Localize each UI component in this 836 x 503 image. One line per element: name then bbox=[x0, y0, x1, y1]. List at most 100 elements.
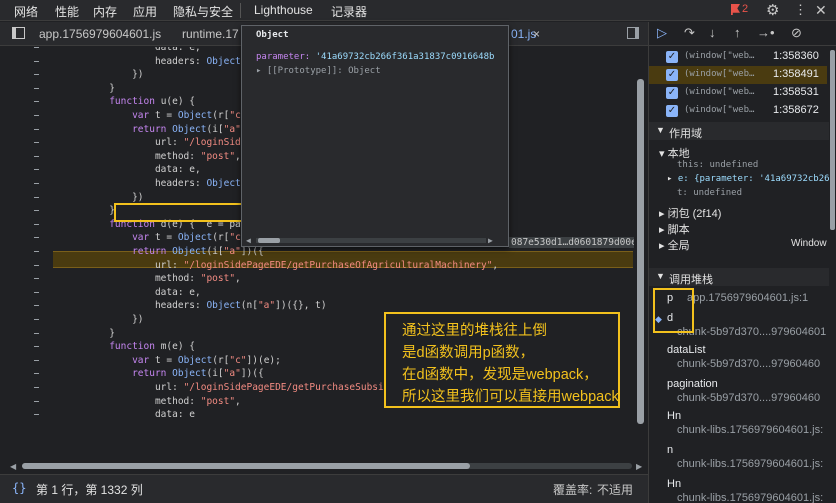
gear-icon[interactable]: ⚙ bbox=[766, 1, 779, 19]
gutter-marker[interactable] bbox=[34, 128, 39, 130]
checkbox-icon[interactable]: ✓ bbox=[666, 87, 678, 99]
kebab-icon[interactable]: ⋮ bbox=[794, 2, 807, 18]
gutter-marker[interactable] bbox=[34, 251, 39, 252]
popup-scroll-right-icon[interactable]: ▶ bbox=[488, 236, 493, 245]
popup-scrollbar[interactable] bbox=[256, 238, 486, 243]
gutter-marker[interactable] bbox=[34, 291, 39, 293]
resume-icon[interactable]: ▷ bbox=[657, 25, 667, 41]
breakpoint-item[interactable]: ✓ (window["web… 1:358672 bbox=[649, 102, 827, 120]
scope-local[interactable]: ▾ 本地 bbox=[659, 145, 690, 161]
tab-performance[interactable]: 性能 bbox=[55, 3, 79, 20]
tab-lighthouse[interactable]: Lighthouse bbox=[254, 3, 313, 17]
scroll-right-icon[interactable]: ▶ bbox=[636, 462, 642, 471]
popup-scroll-thumb[interactable] bbox=[258, 238, 280, 243]
popup-param-row[interactable]: parameter: '41a69732cb266f361a31837c0916… bbox=[256, 52, 494, 62]
gutter-marker[interactable] bbox=[34, 196, 39, 198]
tab-application[interactable]: 应用 bbox=[133, 3, 157, 20]
call-frame[interactable]: Hn chunk-libs.1756979604601.js: bbox=[649, 476, 829, 503]
gutter-marker[interactable] bbox=[34, 332, 39, 334]
breakpoint-item[interactable]: ✓ (window["web… 1:358531 bbox=[649, 84, 827, 102]
checkbox-icon[interactable]: ✓ bbox=[666, 51, 678, 63]
editor-horizontal-scrollbar[interactable]: ◀ ▶ bbox=[8, 462, 648, 471]
scroll-thumb[interactable] bbox=[637, 79, 644, 424]
flag-icon[interactable] bbox=[731, 4, 740, 15]
annotation-box-call-frames bbox=[653, 288, 694, 333]
gutter-marker[interactable] bbox=[34, 346, 39, 348]
gutter-marker[interactable] bbox=[34, 223, 39, 225]
checkbox-icon[interactable]: ✓ bbox=[666, 105, 678, 117]
gutter-marker[interactable] bbox=[34, 373, 39, 375]
gutter-marker[interactable] bbox=[34, 237, 39, 239]
scope-closure-label: 闭包 (2f14) bbox=[667, 208, 722, 220]
step-over-icon[interactable]: ↷ bbox=[684, 25, 695, 41]
frame-name: Hn bbox=[667, 410, 682, 422]
gutter-marker[interactable] bbox=[34, 414, 39, 416]
gutter-marker[interactable] bbox=[34, 183, 39, 184]
pretty-print-icon[interactable]: {} bbox=[12, 481, 26, 495]
callstack-title: 调用堆栈 bbox=[669, 274, 713, 286]
sidebar-toggle-icon[interactable] bbox=[12, 27, 25, 39]
file-tab-app[interactable]: app.1756979604601.js bbox=[39, 27, 161, 41]
step-icon[interactable]: →• bbox=[757, 25, 775, 40]
call-frame[interactable]: n chunk-libs.1756979604601.js: bbox=[649, 442, 829, 474]
close-icon[interactable]: ✕ bbox=[815, 2, 827, 19]
debugger-sidebar: ▷ ↷ ↓ ↑ →• ⊘ ✓ (window["web… 1:358360 ✓ (win… bbox=[648, 22, 836, 503]
gutter-marker[interactable] bbox=[34, 60, 39, 62]
scope-t: t: undefined bbox=[677, 188, 743, 198]
breakpoint-line: 1:358672 bbox=[773, 104, 819, 116]
gutter-marker[interactable] bbox=[34, 155, 39, 157]
scope-section-header[interactable]: ▼ 作用域 bbox=[649, 122, 829, 140]
collapse-icon[interactable] bbox=[627, 27, 639, 39]
scope-e[interactable]: ▸ e: {parameter: '41a69732cb26 bbox=[667, 174, 830, 184]
breakpoint-item[interactable]: ✓ (window["web… 1:358360 bbox=[649, 48, 827, 66]
gutter-marker[interactable] bbox=[34, 264, 39, 266]
step-out-icon[interactable]: ↑ bbox=[734, 25, 741, 40]
gutter-marker[interactable] bbox=[34, 359, 39, 361]
gutter-marker[interactable] bbox=[34, 101, 39, 103]
gutter-marker[interactable] bbox=[34, 74, 39, 76]
tab-memory[interactable]: 内存 bbox=[93, 3, 117, 20]
gutter-marker[interactable] bbox=[34, 400, 39, 402]
file-tab-runtime[interactable]: runtime.17 bbox=[182, 27, 239, 41]
code-line: }) bbox=[52, 191, 144, 203]
gutter-marker[interactable] bbox=[34, 87, 39, 89]
breakpoint-item[interactable]: ✓ (window["web… 1:358491 bbox=[649, 66, 827, 84]
gutter-marker[interactable] bbox=[34, 115, 39, 116]
sidebar-scroll-thumb[interactable] bbox=[830, 50, 835, 230]
gutter-marker[interactable] bbox=[34, 387, 39, 388]
gutter-marker[interactable] bbox=[34, 169, 39, 171]
coverage-value[interactable]: 不适用 bbox=[597, 481, 633, 498]
tab-recorder[interactable]: 记录器 bbox=[331, 3, 367, 20]
deactivate-breakpoints-icon[interactable]: ⊘ bbox=[791, 25, 802, 41]
sidebar-scrollbar[interactable] bbox=[828, 44, 836, 503]
file-tab-close-icon[interactable]: × bbox=[533, 27, 540, 41]
issues-badge[interactable]: 2 bbox=[742, 3, 748, 15]
gutter-marker[interactable] bbox=[34, 210, 39, 212]
scope-script[interactable]: ▸ 脚本 bbox=[659, 221, 690, 237]
code-line: } bbox=[52, 205, 115, 217]
popup-scroll-left-icon[interactable]: ◀ bbox=[246, 236, 251, 245]
call-frame[interactable]: Hn chunk-libs.1756979604601.js: bbox=[649, 408, 829, 440]
checkbox-icon[interactable]: ✓ bbox=[666, 69, 678, 81]
scope-global[interactable]: ▸ 全局 bbox=[659, 237, 690, 253]
gutter-marker[interactable] bbox=[34, 305, 39, 307]
scope-closure[interactable]: ▸ 闭包 (2f14) bbox=[659, 205, 721, 221]
gutter-marker[interactable] bbox=[34, 278, 39, 280]
tab-network[interactable]: 网络 bbox=[14, 3, 38, 20]
code-line: method: "post", bbox=[52, 273, 241, 285]
step-into-icon[interactable]: ↓ bbox=[709, 25, 716, 40]
frame-name: Hn bbox=[667, 478, 682, 490]
call-frame[interactable]: pagination chunk-5b97d370....97960460 bbox=[649, 376, 829, 408]
callstack-section-header[interactable]: ▼ 调用堆栈 bbox=[649, 268, 829, 286]
gutter-marker[interactable] bbox=[34, 319, 39, 320]
editor-vertical-scrollbar[interactable] bbox=[634, 47, 646, 457]
line-gutter[interactable] bbox=[0, 47, 52, 457]
tab-privacy-security[interactable]: 隐私与安全 bbox=[173, 3, 233, 20]
call-frame[interactable]: dataList chunk-5b97d370....97960460 bbox=[649, 342, 829, 374]
scroll-left-icon[interactable]: ◀ bbox=[10, 462, 16, 471]
frame-location: chunk-5b97d370....979604601 bbox=[677, 326, 827, 338]
gutter-marker[interactable] bbox=[34, 47, 39, 48]
scroll-thumb-horizontal[interactable] bbox=[22, 463, 470, 469]
popup-prototype-row[interactable]: ▸ [[Prototype]]: Object bbox=[256, 66, 381, 76]
gutter-marker[interactable] bbox=[34, 142, 39, 144]
